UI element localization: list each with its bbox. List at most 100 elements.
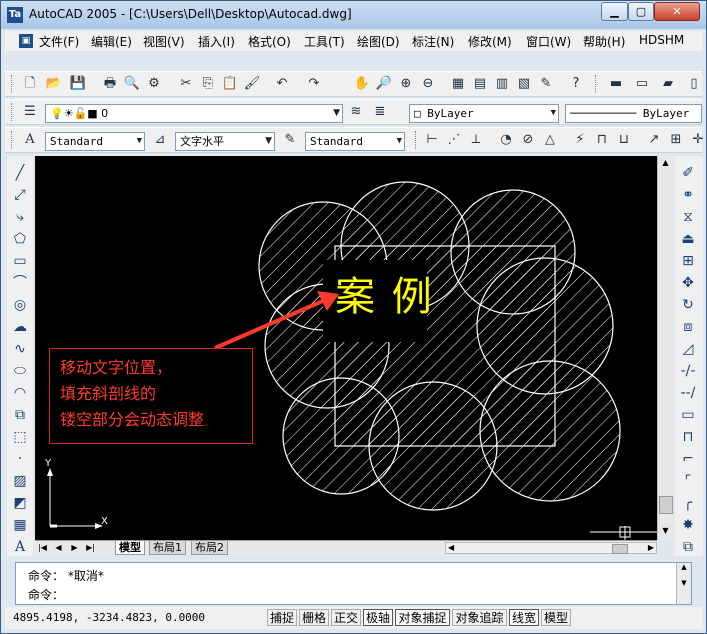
text-style-dropdown[interactable]: Standard ▼: [45, 132, 145, 151]
cut-icon[interactable]: ✂: [177, 75, 195, 93]
layer-manager-icon[interactable]: ☰: [21, 103, 39, 121]
rectangle-icon[interactable]: ▭: [11, 252, 29, 270]
first-tab-button[interactable]: |◀: [37, 542, 48, 554]
pan-icon[interactable]: ✋: [353, 75, 371, 93]
print-icon[interactable]: 🖶: [101, 75, 119, 93]
horizontal-scrollbar[interactable]: ◀ ▶: [445, 542, 657, 554]
table-style-icon[interactable]: ✎: [281, 131, 299, 149]
region-icon[interactable]: ◩: [11, 494, 29, 512]
scroll-left-icon[interactable]: ◀: [448, 543, 454, 553]
toolbar-grip[interactable]: [11, 75, 15, 93]
polygon-icon[interactable]: ⬠: [11, 230, 29, 248]
hatch-icon[interactable]: ▨: [11, 472, 29, 490]
layer-dropdown[interactable]: 💡☀🔓■ 0 ▼: [45, 104, 343, 123]
construction-line-icon[interactable]: ⤢: [11, 186, 29, 204]
center-mark-icon[interactable]: ✛: [689, 131, 707, 149]
menu-format[interactable]: 格式(O): [248, 33, 291, 50]
publish-icon[interactable]: ⚙: [145, 75, 163, 93]
linetype-dropdown[interactable]: ────────── ByLayer: [565, 104, 702, 123]
multiline-text-icon[interactable]: A: [11, 538, 29, 556]
explode-icon[interactable]: ✸: [679, 516, 697, 534]
new-icon[interactable]: 🗋: [21, 75, 39, 93]
trim-icon[interactable]: -/-: [679, 362, 697, 380]
scale-icon[interactable]: ⧈: [679, 318, 697, 336]
viewport-icon[interactable]: ▭: [633, 75, 651, 93]
spline-icon[interactable]: ∿: [11, 340, 29, 358]
scroll-right-icon[interactable]: ▶: [648, 543, 654, 553]
command-window[interactable]: 命令： *取消* 命令： ▲ ▼: [15, 562, 692, 605]
layout-viewport-icon[interactable]: ⧉: [679, 538, 697, 556]
ellipse-arc-icon[interactable]: ◠: [11, 384, 29, 402]
color-dropdown[interactable]: □ ByLayer ▼: [409, 104, 559, 123]
tab-model[interactable]: 模型: [115, 541, 145, 555]
menu-view[interactable]: 视图(V): [143, 33, 185, 50]
help-icon[interactable]: ?: [567, 75, 585, 93]
menu-draw[interactable]: 绘图(D): [357, 33, 400, 50]
toolbar-grip[interactable]: [415, 131, 419, 149]
hscroll-thumb[interactable]: [612, 544, 628, 554]
command-prompt[interactable]: 命令：: [28, 586, 64, 603]
arc-icon[interactable]: ⌒: [11, 274, 29, 292]
close-button[interactable]: ✕: [654, 2, 700, 21]
design-center-icon[interactable]: ▤: [471, 75, 489, 93]
text-style-icon[interactable]: A: [21, 131, 39, 149]
revision-cloud-icon[interactable]: ☁: [11, 318, 29, 336]
break-at-point-icon[interactable]: ▭: [679, 406, 697, 424]
toolbar-grip[interactable]: [11, 131, 15, 149]
ellipse-icon[interactable]: ⬭: [11, 362, 29, 380]
hatch-cloud[interactable]: [258, 181, 621, 511]
stretch-icon[interactable]: ◿: [679, 340, 697, 358]
sheet-icon[interactable]: ▯: [685, 75, 703, 93]
drawing-canvas[interactable]: 案 例 Y X 移动文字位置， 填充斜剖线的 镂空部分会动态调整: [35, 156, 657, 540]
print-preview-icon[interactable]: 🔍: [123, 75, 141, 93]
undo-icon[interactable]: ↶: [273, 75, 291, 93]
osnap-toggle[interactable]: 对象捕捉: [395, 609, 450, 626]
break-icon[interactable]: ⊓: [679, 428, 697, 446]
leader-icon[interactable]: ↗: [645, 131, 663, 149]
menu-window[interactable]: 窗口(W): [526, 33, 571, 50]
tab-layout1[interactable]: 布局1: [149, 541, 186, 555]
ortho-toggle[interactable]: 正交: [331, 609, 361, 626]
menu-modify[interactable]: 修改(M): [468, 33, 512, 50]
coordinate-readout[interactable]: 4895.4198, -3234.4823, 0.0000: [13, 611, 205, 624]
layout-icon[interactable]: ▬: [607, 75, 625, 93]
document-icon[interactable]: ▣: [19, 34, 33, 48]
zoom-previous-icon[interactable]: ⊖: [419, 75, 437, 93]
tool-palettes-icon[interactable]: ▥: [493, 75, 511, 93]
lineweight-toggle[interactable]: 线宽: [509, 609, 539, 626]
array-icon[interactable]: ⊞: [679, 252, 697, 270]
rotate-icon[interactable]: ↻: [679, 296, 697, 314]
aligned-dim-icon[interactable]: ⋰: [445, 131, 463, 149]
tolerance-icon[interactable]: ⊞: [667, 131, 685, 149]
paste-icon[interactable]: 📋: [221, 75, 239, 93]
menu-help[interactable]: 帮助(H): [583, 33, 625, 50]
ordinate-dim-icon[interactable]: ⟂: [467, 131, 485, 149]
menu-insert[interactable]: 插入(I): [198, 33, 235, 50]
table-style-dropdown[interactable]: Standard ▼: [305, 132, 405, 151]
copy-object-icon[interactable]: ⚭: [679, 186, 697, 204]
angular-dim-icon[interactable]: △: [541, 131, 559, 149]
point-icon[interactable]: ·: [11, 450, 29, 468]
scroll-down-icon[interactable]: ▼: [658, 524, 673, 538]
redo-icon[interactable]: ↷: [305, 75, 323, 93]
insert-block-icon[interactable]: ⧉: [11, 406, 29, 424]
polyline-icon[interactable]: ⤷: [11, 208, 29, 226]
properties-icon[interactable]: ▦: [449, 75, 467, 93]
copy-icon[interactable]: ⎘: [199, 75, 217, 93]
scroll-up-icon[interactable]: ▲: [658, 156, 673, 170]
join-icon[interactable]: ⌐: [679, 450, 697, 468]
model-space-toggle[interactable]: 模型: [541, 609, 571, 626]
dim-style-dropdown[interactable]: 文字水平 ▼: [175, 132, 275, 151]
radius-dim-icon[interactable]: ◔: [497, 131, 515, 149]
open-icon[interactable]: 📂: [45, 75, 63, 93]
offset-icon[interactable]: ⏏: [679, 230, 697, 248]
layer-previous-icon[interactable]: ≣: [371, 103, 389, 121]
zoom-realtime-icon[interactable]: 🔎: [375, 75, 393, 93]
menu-tools[interactable]: 工具(T): [304, 33, 345, 50]
continue-dim-icon[interactable]: ⊔: [615, 131, 633, 149]
minimize-button[interactable]: ▁: [601, 2, 628, 21]
zoom-window-icon[interactable]: ⊕: [397, 75, 415, 93]
move-icon[interactable]: ✥: [679, 274, 697, 292]
erase-icon[interactable]: ✐: [679, 164, 697, 182]
command-scrollbar[interactable]: ▲ ▼: [676, 563, 691, 604]
